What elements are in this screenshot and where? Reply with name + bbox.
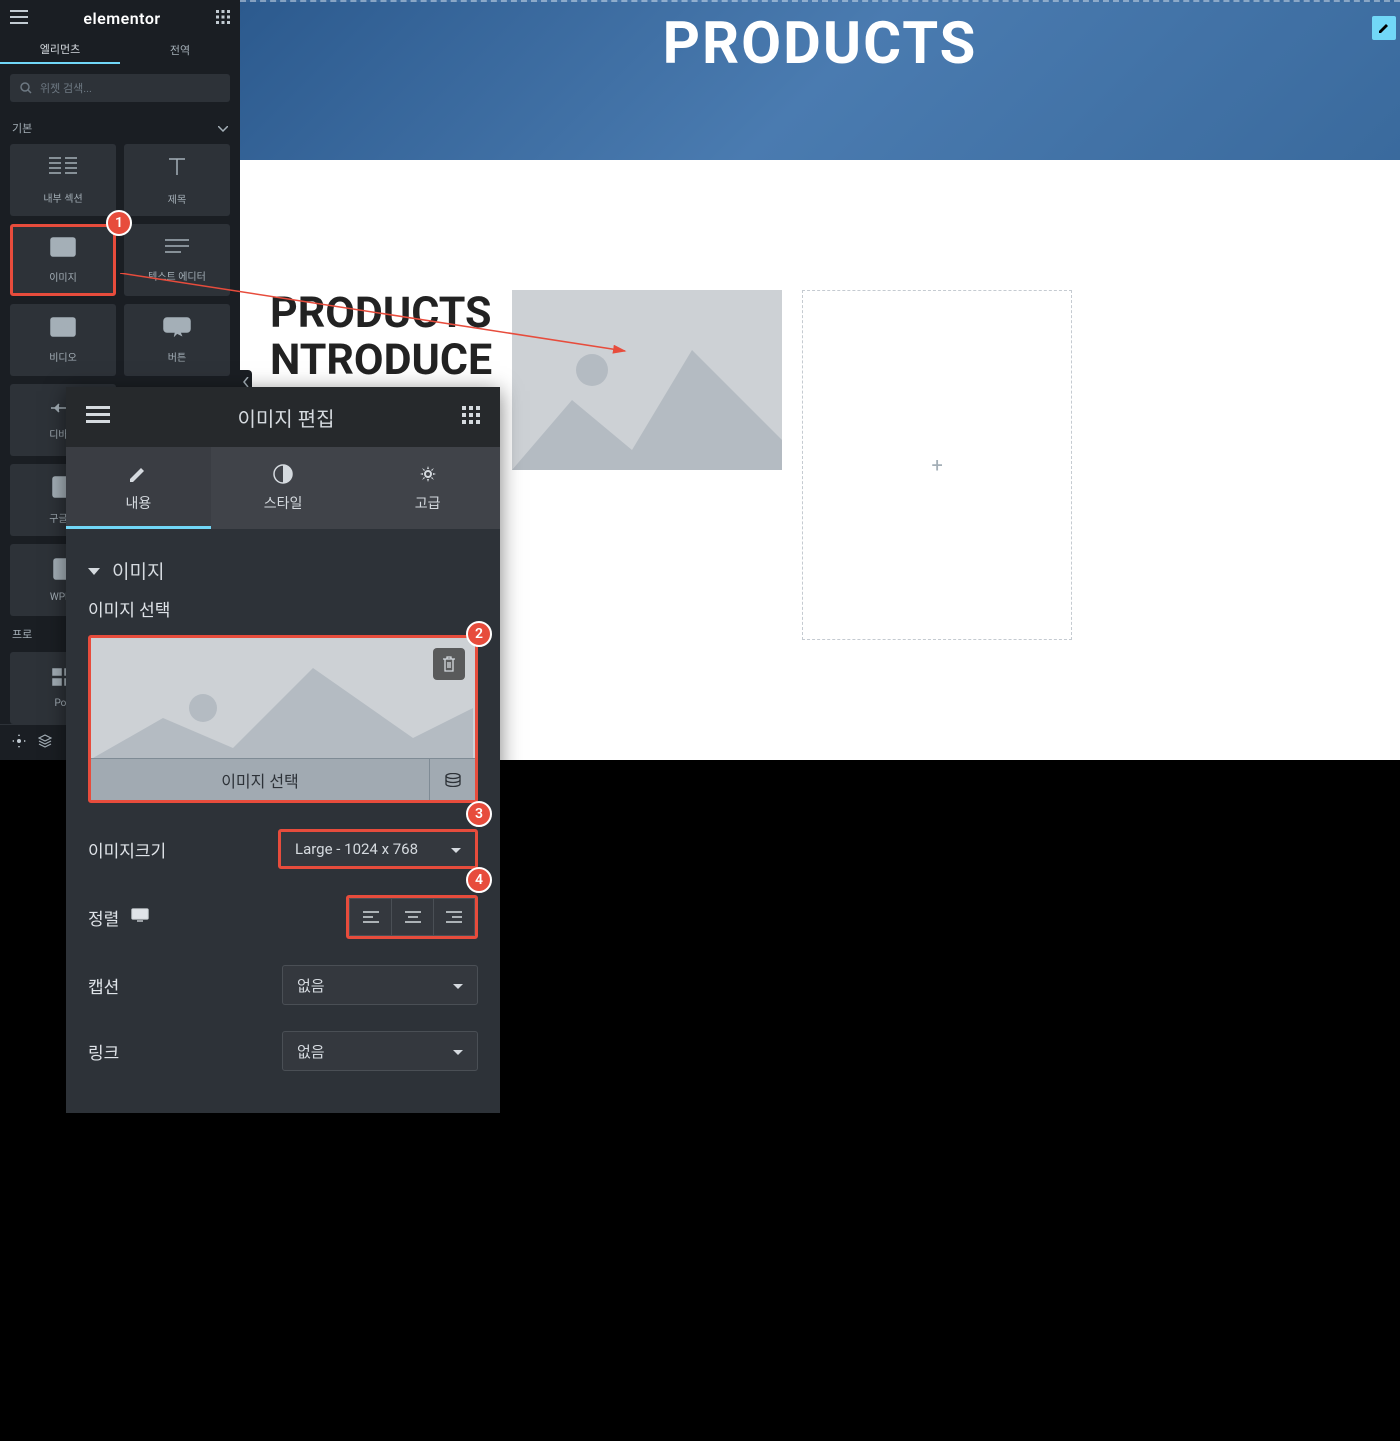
widget-label: 이미지	[49, 269, 77, 284]
menu-icon[interactable]	[10, 9, 28, 28]
tab-label: 고급	[415, 493, 441, 513]
placeholder-image-icon	[91, 638, 475, 758]
widget-label: 버튼	[168, 349, 186, 364]
button-icon	[163, 317, 191, 341]
image-selector[interactable]: 이미지 선택	[88, 635, 478, 803]
search-wrap	[0, 64, 240, 112]
section-edit-handle[interactable]	[1372, 16, 1396, 40]
image-size-value: Large - 1024 x 768	[295, 840, 418, 858]
alignment-buttons	[346, 895, 478, 939]
section-title: 이미지	[112, 557, 164, 584]
caption-select[interactable]: 없음	[282, 965, 478, 1005]
delete-image-button[interactable]	[433, 648, 465, 680]
search-box[interactable]	[10, 74, 230, 102]
caret-down-icon	[453, 976, 463, 994]
alignment-label: 정렬	[88, 905, 119, 930]
editor-header: 이미지 편집	[66, 387, 500, 447]
apps-icon[interactable]	[216, 9, 230, 28]
video-icon	[50, 317, 76, 341]
control-caption: 캡션 없음	[88, 965, 478, 1005]
caption-value: 없음	[297, 975, 325, 996]
image-preview[interactable]	[91, 638, 475, 758]
empty-column[interactable]: +	[802, 290, 1072, 640]
widget-label: 비디오	[49, 349, 77, 364]
align-right-button[interactable]	[433, 898, 475, 936]
hero-title: PRODUCTS	[663, 10, 978, 78]
text-icon	[165, 238, 189, 260]
image-icon	[50, 237, 76, 261]
caret-down-icon	[453, 1042, 463, 1060]
search-icon	[20, 79, 32, 98]
tab-label: 스타일	[264, 493, 303, 513]
caption-label: 캡션	[88, 973, 119, 998]
pencil-icon	[128, 464, 148, 489]
caret-down-icon	[451, 840, 461, 858]
widget-button[interactable]: 버튼	[124, 304, 230, 376]
hero-section[interactable]: PRODUCTS	[240, 0, 1400, 160]
sidebar-tabs: 엘리먼츠 전역	[0, 36, 240, 64]
tab-elements[interactable]: 엘리먼츠	[0, 36, 120, 64]
widget-label: 제목	[168, 191, 186, 206]
chevron-down-icon	[218, 122, 228, 135]
tab-style[interactable]: 스타일	[211, 447, 356, 529]
annotation-marker-3: 3	[466, 801, 492, 827]
contrast-icon	[273, 464, 293, 489]
editor-tabs: 내용 스타일 고급	[66, 447, 500, 529]
link-select[interactable]: 없음	[282, 1031, 478, 1071]
control-alignment: 정렬 4	[88, 895, 478, 939]
control-link: 링크 없음	[88, 1031, 478, 1071]
image-size-select[interactable]: Large - 1024 x 768	[278, 829, 478, 869]
heading-line1: PRODUCTS	[270, 290, 492, 337]
heading-icon	[165, 155, 189, 183]
category-label: 기본	[12, 120, 32, 136]
media-library-button[interactable]	[429, 759, 475, 800]
gear-icon	[418, 464, 438, 489]
heading-line2: NTRODUCE	[270, 337, 492, 384]
image-buttons: 이미지 선택	[91, 758, 475, 800]
caret-down-icon	[88, 561, 100, 580]
widget-inner-section[interactable]: 내부 섹션	[10, 144, 116, 216]
choose-image-button[interactable]: 이미지 선택	[91, 759, 429, 800]
editor-section: 이미지 이미지 선택	[66, 529, 500, 1113]
desktop-icon[interactable]	[131, 907, 149, 927]
align-left-button[interactable]	[349, 898, 391, 936]
search-input[interactable]	[40, 82, 220, 95]
widget-text-editor[interactable]: 텍스트 에디터	[124, 224, 230, 296]
control-image-size: 이미지크기 Large - 1024 x 768 3	[88, 829, 478, 869]
tab-advanced[interactable]: 고급	[355, 447, 500, 529]
svg-text:8: 8	[57, 481, 63, 494]
choose-image-label: 이미지 선택	[88, 596, 478, 621]
widget-video[interactable]: 비디오	[10, 304, 116, 376]
logo: elementor	[83, 9, 160, 28]
link-value: 없음	[297, 1041, 325, 1062]
annotation-marker-4: 4	[466, 867, 492, 893]
align-center-button[interactable]	[391, 898, 433, 936]
placeholder-image-icon	[512, 290, 782, 470]
plus-icon: +	[932, 453, 943, 477]
settings-icon[interactable]	[12, 733, 26, 752]
layers-icon[interactable]	[38, 733, 52, 752]
columns-icon	[49, 156, 77, 182]
tab-content[interactable]: 내용	[66, 447, 211, 529]
annotation-marker-1: 1	[106, 210, 132, 236]
sidebar-header: elementor	[0, 0, 240, 36]
widget-label: 텍스트 에디터	[148, 268, 206, 283]
tab-label: 내용	[125, 493, 151, 513]
category-basic[interactable]: 기본	[0, 112, 240, 144]
widget-heading[interactable]: 제목	[124, 144, 230, 216]
widget-image[interactable]: 이미지	[10, 224, 116, 296]
editor-title: 이미지 편집	[238, 403, 335, 432]
apps-icon[interactable]	[462, 406, 480, 428]
control-choose-image: 이미지 선택 이미지 선택	[88, 596, 478, 803]
editor-panel: 이미지 편집 내용 스타일 고급 이	[66, 387, 500, 1113]
image-placeholder[interactable]	[512, 290, 782, 470]
image-size-label: 이미지크기	[88, 837, 166, 862]
annotation-marker-2: 2	[466, 621, 492, 647]
section-image-header[interactable]: 이미지	[88, 545, 478, 596]
link-label: 링크	[88, 1039, 119, 1064]
tab-global[interactable]: 전역	[120, 36, 240, 64]
menu-icon[interactable]	[86, 406, 110, 428]
widget-label: 내부 섹션	[43, 190, 82, 205]
